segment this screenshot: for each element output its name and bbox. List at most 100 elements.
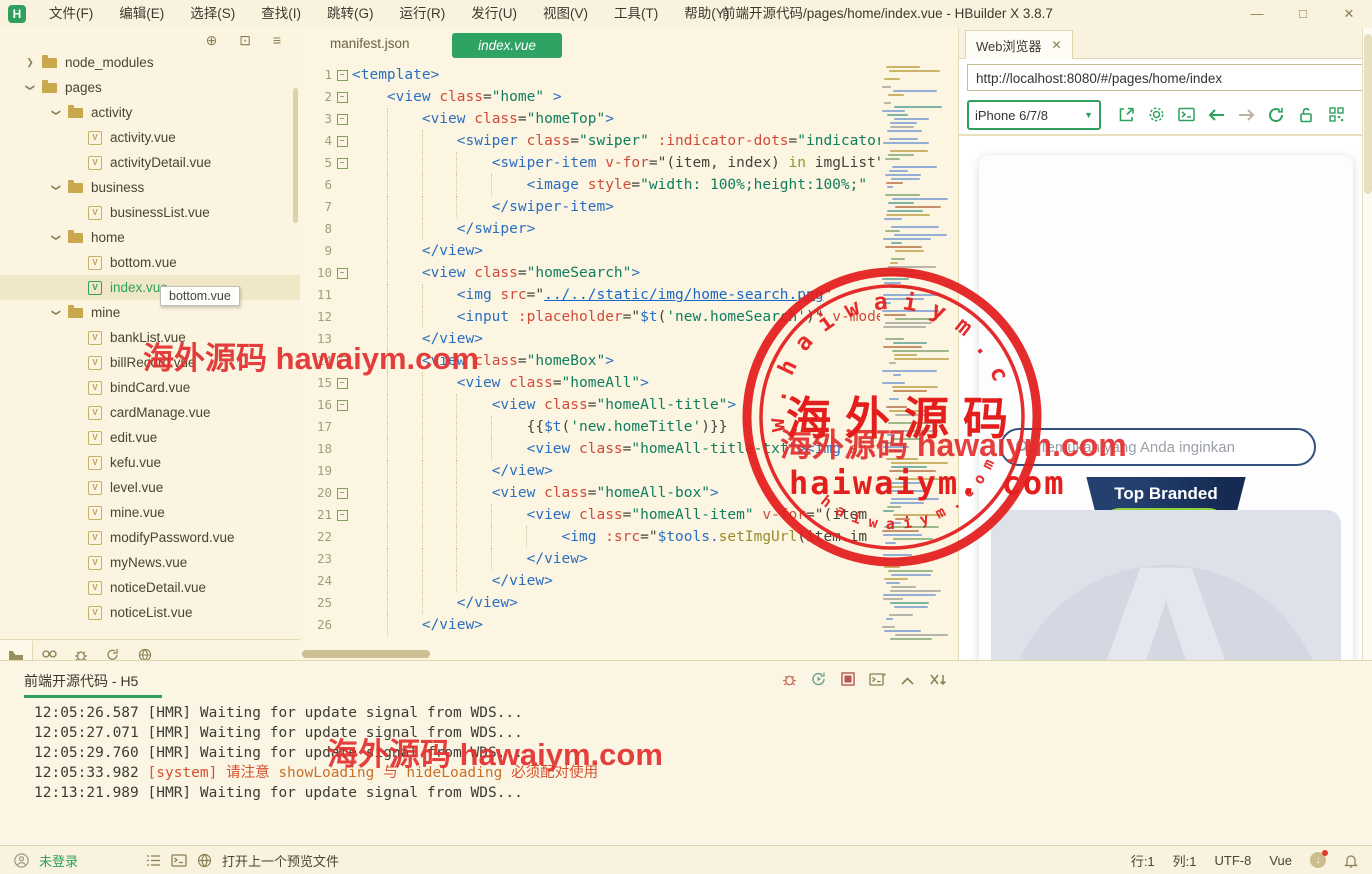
menu-item[interactable]: 选择(S) xyxy=(177,0,248,28)
tree-item-activity.vue[interactable]: Vactivity.vue xyxy=(0,125,300,150)
code-line-15[interactable]: 15− <view class="homeAll"> xyxy=(300,372,958,394)
chevron-down-icon[interactable]: ❯ xyxy=(51,307,62,319)
stop-icon[interactable] xyxy=(841,672,855,691)
chevron-right-icon[interactable]: ❯ xyxy=(24,57,36,68)
chevron-down-icon[interactable]: ❯ xyxy=(51,232,62,244)
code-line-7[interactable]: 7 </swiper-item> xyxy=(300,196,958,218)
code-line-1[interactable]: 1−<template> xyxy=(300,64,958,86)
url-bar[interactable]: http://localhost:8080/#/pages/home/index xyxy=(967,64,1363,91)
tree-item-level.vue[interactable]: Vlevel.vue xyxy=(0,475,300,500)
tree-item-modifyPassword.vue[interactable]: VmodifyPassword.vue xyxy=(0,525,300,550)
code-area[interactable]: 1−<template>2− <view class="home" >3− <v… xyxy=(300,64,958,636)
debug-bug-icon[interactable] xyxy=(782,672,797,692)
code-line-26[interactable]: 26 </view> xyxy=(300,614,958,636)
fold-icon[interactable]: − xyxy=(337,114,348,125)
outline-list-icon[interactable] xyxy=(146,854,161,867)
forward-icon[interactable] xyxy=(1231,106,1261,124)
code-line-6[interactable]: 6 <image style="width: 100%;height:100%;… xyxy=(300,174,958,196)
code-line-17[interactable]: 17 {{$t('new.homeTitle')}} xyxy=(300,416,958,438)
tree-item-activity[interactable]: ❯activity xyxy=(0,100,300,125)
fold-icon[interactable]: − xyxy=(337,268,348,279)
tree-item-home[interactable]: ❯home xyxy=(0,225,300,250)
console-icon[interactable] xyxy=(1171,106,1201,124)
code-line-24[interactable]: 24 </view> xyxy=(300,570,958,592)
code-line-2[interactable]: 2− <view class="home" > xyxy=(300,86,958,108)
tree-item-noticeList.vue[interactable]: VnoticeList.vue xyxy=(0,600,300,625)
open-external-icon[interactable] xyxy=(1111,106,1141,124)
fold-icon[interactable]: − xyxy=(337,158,348,169)
code-line-20[interactable]: 20− <view class="homeAll-box"> xyxy=(300,482,958,504)
tree-item-node_modules[interactable]: ❯node_modules xyxy=(0,50,300,75)
new-terminal-icon[interactable] xyxy=(869,672,886,692)
fold-icon[interactable]: − xyxy=(337,356,348,367)
code-line-14[interactable]: 14− <view class="homeBox"> xyxy=(300,350,958,372)
tree-item-kefu.vue[interactable]: Vkefu.vue xyxy=(0,450,300,475)
back-icon[interactable] xyxy=(1201,106,1231,124)
settings-gear-icon[interactable] xyxy=(1141,106,1171,124)
menu-item[interactable]: 查找(I) xyxy=(248,0,314,28)
tree-item-cardManage.vue[interactable]: VcardManage.vue xyxy=(0,400,300,425)
code-line-4[interactable]: 4− <swiper class="swiper" :indicator-dot… xyxy=(300,130,958,152)
git-tab-icon[interactable] xyxy=(97,648,129,661)
close-button[interactable]: ✕ xyxy=(1326,0,1372,28)
code-line-9[interactable]: 9 </view> xyxy=(300,240,958,262)
update-notification-icon[interactable]: ↓ xyxy=(1310,852,1326,868)
maximize-button[interactable]: □ xyxy=(1280,0,1326,28)
files-tab-icon[interactable] xyxy=(0,641,33,661)
console-tab-label[interactable]: 前端开源代码 - H5 xyxy=(24,671,138,691)
menu-item[interactable]: 跳转(G) xyxy=(314,0,387,28)
code-line-21[interactable]: 21− <view class="homeAll-item" v-for="(i… xyxy=(300,504,958,526)
tab-manifest-json[interactable]: manifest.json xyxy=(330,36,410,51)
search-tab-icon[interactable] xyxy=(33,648,65,660)
terminal-status-icon[interactable] xyxy=(171,854,187,867)
qrcode-icon[interactable] xyxy=(1321,106,1351,124)
tree-item-edit.vue[interactable]: Vedit.vue xyxy=(0,425,300,450)
code-line-25[interactable]: 25 </view> xyxy=(300,592,958,614)
browser-tab[interactable]: Web浏览器 ✕ xyxy=(965,30,1073,59)
lock-icon[interactable] xyxy=(1291,106,1321,124)
fold-icon[interactable]: − xyxy=(337,378,348,389)
code-line-8[interactable]: 8 </swiper> xyxy=(300,218,958,240)
code-line-13[interactable]: 13 </view> xyxy=(300,328,958,350)
restart-icon[interactable] xyxy=(811,671,827,692)
tree-item-business[interactable]: ❯business xyxy=(0,175,300,200)
tree-item-billRecord.vue[interactable]: VbillRecord.vue xyxy=(0,350,300,375)
tree-item-bankList.vue[interactable]: VbankList.vue xyxy=(0,325,300,350)
close-console-icon[interactable] xyxy=(929,673,948,691)
tree-item-bottom.vue[interactable]: Vbottom.vue xyxy=(0,250,300,275)
editor-horizontal-scrollbar[interactable] xyxy=(302,650,430,658)
tree-item-mine.vue[interactable]: Vmine.vue xyxy=(0,500,300,525)
explorer-toolbar[interactable]: ⊕ ⊡ ≡ xyxy=(206,32,290,49)
browser-scrollbar-thumb[interactable] xyxy=(1364,34,1372,194)
code-line-23[interactable]: 23 </view> xyxy=(300,548,958,570)
fold-icon[interactable]: − xyxy=(337,136,348,147)
chevron-down-icon[interactable]: ❯ xyxy=(51,182,62,194)
minimap[interactable] xyxy=(880,64,956,644)
code-line-3[interactable]: 3− <view class="homeTop"> xyxy=(300,108,958,130)
device-selector[interactable]: iPhone 6/7/8 ▼ xyxy=(967,100,1101,130)
open-previous-preview[interactable]: 打开上一个预览文件 xyxy=(222,851,339,870)
code-line-10[interactable]: 10− <view class="homeSearch"> xyxy=(300,262,958,284)
code-line-22[interactable]: 22 <img :src="$tools.setImgUrl(item.im xyxy=(300,526,958,548)
language-mode[interactable]: Vue xyxy=(1269,853,1292,868)
menu-item[interactable]: 文件(F) xyxy=(36,0,106,28)
code-line-11[interactable]: 11 <img src="../../static/img/home-searc… xyxy=(300,284,958,306)
fold-icon[interactable]: − xyxy=(337,400,348,411)
tree-item-bindCard.vue[interactable]: VbindCard.vue xyxy=(0,375,300,400)
fold-icon[interactable]: − xyxy=(337,488,348,499)
menu-item[interactable]: 编辑(E) xyxy=(106,0,177,28)
refresh-icon[interactable] xyxy=(1261,106,1291,124)
code-line-18[interactable]: 18 <view class="homeAll-title-txt"><img … xyxy=(300,438,958,460)
menu-item[interactable]: 工具(T) xyxy=(601,0,671,28)
chevron-down-icon[interactable]: ❯ xyxy=(51,107,62,119)
tree-item-noticeDetail.vue[interactable]: VnoticeDetail.vue xyxy=(0,575,300,600)
code-line-19[interactable]: 19 </view> xyxy=(300,460,958,482)
tree-item-activityDetail.vue[interactable]: VactivityDetail.vue xyxy=(0,150,300,175)
collapse-panel-icon[interactable] xyxy=(900,673,915,691)
fold-icon[interactable]: − xyxy=(337,92,348,103)
menu-item[interactable]: 运行(R) xyxy=(387,0,459,28)
minimize-button[interactable]: — xyxy=(1234,0,1280,28)
browser-scrollbar-track[interactable] xyxy=(1362,28,1372,660)
phone-search-bar[interactable]: Temukan yang Anda inginkan xyxy=(1000,428,1316,466)
web-tab-icon[interactable] xyxy=(129,648,161,661)
